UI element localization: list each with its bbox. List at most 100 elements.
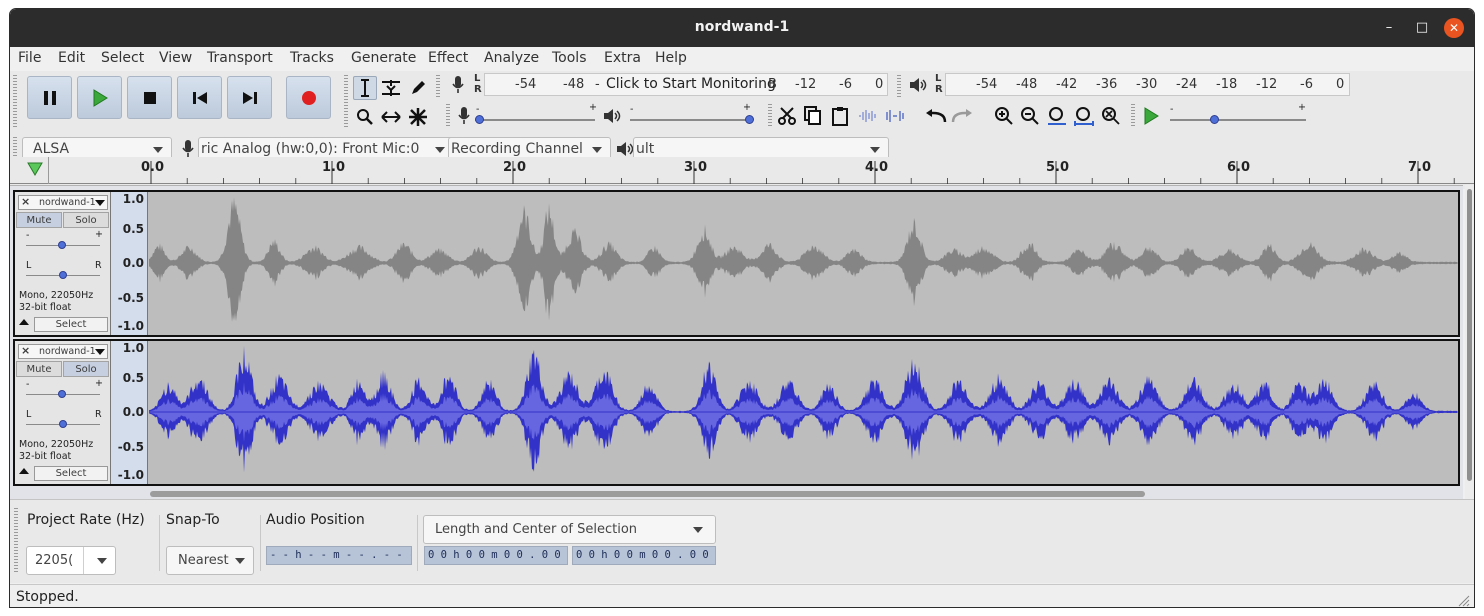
selection-start-time[interactable]: 0 0 h 0 0 m 0 0 . 0 0 0 s (424, 546, 568, 565)
playback-meter[interactable]: -54 -48 -42 -36 -30 -24 -18 -12 -6 0 (945, 73, 1350, 96)
gain-slider[interactable] (26, 241, 100, 249)
skip-to-start-button[interactable] (177, 76, 222, 119)
slider-knob[interactable] (59, 420, 67, 428)
solo-button[interactable]: Solo (63, 212, 109, 228)
vertical-scrollbar[interactable] (1465, 185, 1474, 499)
track-control-panel: nordwand-1 × Mute Solo - + L R Mono, 220… (15, 341, 111, 484)
multi-tool-icon[interactable] (406, 105, 430, 129)
envelope-tool-icon[interactable] (379, 76, 403, 100)
menu-view[interactable]: View (159, 50, 192, 66)
start-monitoring-label[interactable]: Click to Start Monitoring (606, 76, 776, 92)
selection-mode-select[interactable]: Length and Center of Selection (423, 515, 716, 544)
track-name-menu[interactable]: nordwand-1 (18, 195, 108, 210)
close-window-icon[interactable]: ✕ (1444, 18, 1464, 38)
vertical-scale[interactable]: 1.0 0.5 0.0 -0.5 -1.0 (111, 341, 148, 484)
time-shift-tool-icon[interactable] (379, 105, 403, 129)
toolbar-grip[interactable] (344, 75, 348, 127)
waveform-track-2[interactable] (149, 341, 1458, 484)
recording-meter[interactable]: -54 -48 - Click to Start Monitoring B -1… (484, 73, 888, 96)
record-meter-mic-icon[interactable] (446, 73, 470, 97)
undo-icon[interactable] (924, 104, 948, 128)
mute-button[interactable]: Mute (16, 212, 62, 228)
vertical-scroll-thumb[interactable] (1467, 189, 1472, 481)
pan-slider[interactable] (26, 420, 100, 428)
minimize-icon[interactable]: – (1379, 18, 1399, 38)
track-name-menu[interactable]: nordwand-1 (18, 344, 108, 359)
copy-icon[interactable] (801, 104, 825, 128)
menu-extra[interactable]: Extra (604, 50, 641, 66)
toolbar-grip[interactable] (13, 75, 17, 127)
menu-tools[interactable]: Tools (552, 50, 587, 66)
maximize-icon[interactable]: □ (1412, 18, 1432, 38)
pause-button[interactable] (27, 76, 72, 119)
slider-knob[interactable] (475, 115, 484, 124)
menu-transport[interactable]: Transport (207, 50, 273, 66)
vertical-scale[interactable]: 1.0 0.5 0.0 -0.5 -1.0 (111, 192, 148, 335)
zoom-tool-icon[interactable] (353, 105, 377, 129)
timeline-ruler[interactable]: 0.0 1.0 2.0 3.0 4.0 5.0 6.0 7.0 (10, 157, 1474, 184)
stop-button[interactable] (127, 76, 172, 119)
audio-position-time[interactable]: - - h - - m - - . - - - s (266, 546, 412, 565)
menu-file[interactable]: File (18, 50, 41, 66)
slider-knob[interactable] (1210, 115, 1219, 124)
close-track-icon[interactable]: × (21, 195, 30, 208)
ruler-label: 5.0 (1046, 160, 1070, 175)
audio-track-2[interactable]: nordwand-1 × Mute Solo - + L R Mono, 220… (13, 339, 1460, 486)
gain-slider[interactable] (26, 390, 100, 398)
draw-tool-icon[interactable] (406, 76, 430, 100)
play-at-speed-icon[interactable] (1139, 104, 1163, 128)
audio-track-1[interactable]: nordwand-1 × Mute Solo - + L R Mono, 220… (13, 190, 1460, 337)
fit-selection-icon[interactable] (1045, 104, 1069, 128)
selection-end-time[interactable]: 0 0 h 0 0 m 0 0 . 0 0 0 s (572, 546, 716, 565)
zoom-in-icon[interactable] (992, 104, 1016, 128)
menu-generate[interactable]: Generate (351, 50, 416, 66)
playback-meter-speaker-icon[interactable] (906, 73, 930, 97)
toolbar-grip[interactable] (1131, 104, 1135, 128)
toolbar-grip[interactable] (436, 75, 440, 98)
collapse-track-icon[interactable] (19, 468, 29, 474)
menu-tracks[interactable]: Tracks (290, 50, 334, 66)
play-button[interactable] (77, 76, 122, 119)
snap-to-select[interactable]: Nearest (166, 546, 254, 575)
trim-audio-icon[interactable] (856, 104, 880, 128)
playback-speed-slider[interactable] (1170, 115, 1306, 124)
toolbar-grip[interactable] (897, 75, 901, 98)
solo-button[interactable]: Solo (63, 361, 109, 377)
waveform-track-1[interactable] (149, 192, 1458, 335)
menu-analyze[interactable]: Analyze (484, 50, 539, 66)
toolbar-grip[interactable] (768, 104, 772, 128)
menu-select[interactable]: Select (101, 50, 144, 66)
mute-button[interactable]: Mute (16, 361, 62, 377)
skip-start-icon (192, 91, 207, 104)
slider-knob[interactable] (59, 271, 67, 279)
menu-help[interactable]: Help (655, 50, 687, 66)
horizontal-scroll-thumb[interactable] (150, 491, 1145, 497)
zoom-toggle-icon[interactable] (1099, 104, 1123, 128)
project-rate-combo[interactable]: 2205( (26, 546, 116, 575)
redo-icon[interactable] (950, 104, 974, 128)
slider-knob[interactable] (745, 115, 754, 124)
fit-project-icon[interactable] (1072, 104, 1096, 128)
zoom-out-icon[interactable] (1018, 104, 1042, 128)
recording-volume-slider[interactable] (475, 115, 595, 124)
select-track-button[interactable]: Select (34, 317, 108, 332)
skip-to-end-button[interactable] (227, 76, 272, 119)
close-track-icon[interactable]: × (21, 344, 30, 357)
paste-icon[interactable] (828, 104, 852, 128)
resize-grip-icon[interactable] (1456, 593, 1470, 607)
menu-effect[interactable]: Effect (428, 50, 468, 66)
collapse-track-icon[interactable] (19, 319, 29, 325)
selection-tool-icon[interactable] (353, 76, 377, 100)
select-track-button[interactable]: Select (34, 466, 108, 481)
menu-edit[interactable]: Edit (58, 50, 85, 66)
pan-slider[interactable] (26, 271, 100, 279)
record-button[interactable] (286, 76, 331, 119)
toolbar-grip[interactable] (14, 508, 18, 572)
silence-audio-icon[interactable] (883, 104, 907, 128)
slider-knob[interactable] (58, 390, 66, 398)
cut-icon[interactable] (775, 104, 799, 128)
horizontal-scrollbar[interactable] (10, 489, 1470, 499)
toolbar-grip[interactable] (446, 104, 450, 128)
playback-volume-slider[interactable] (630, 115, 754, 124)
slider-knob[interactable] (58, 241, 66, 249)
